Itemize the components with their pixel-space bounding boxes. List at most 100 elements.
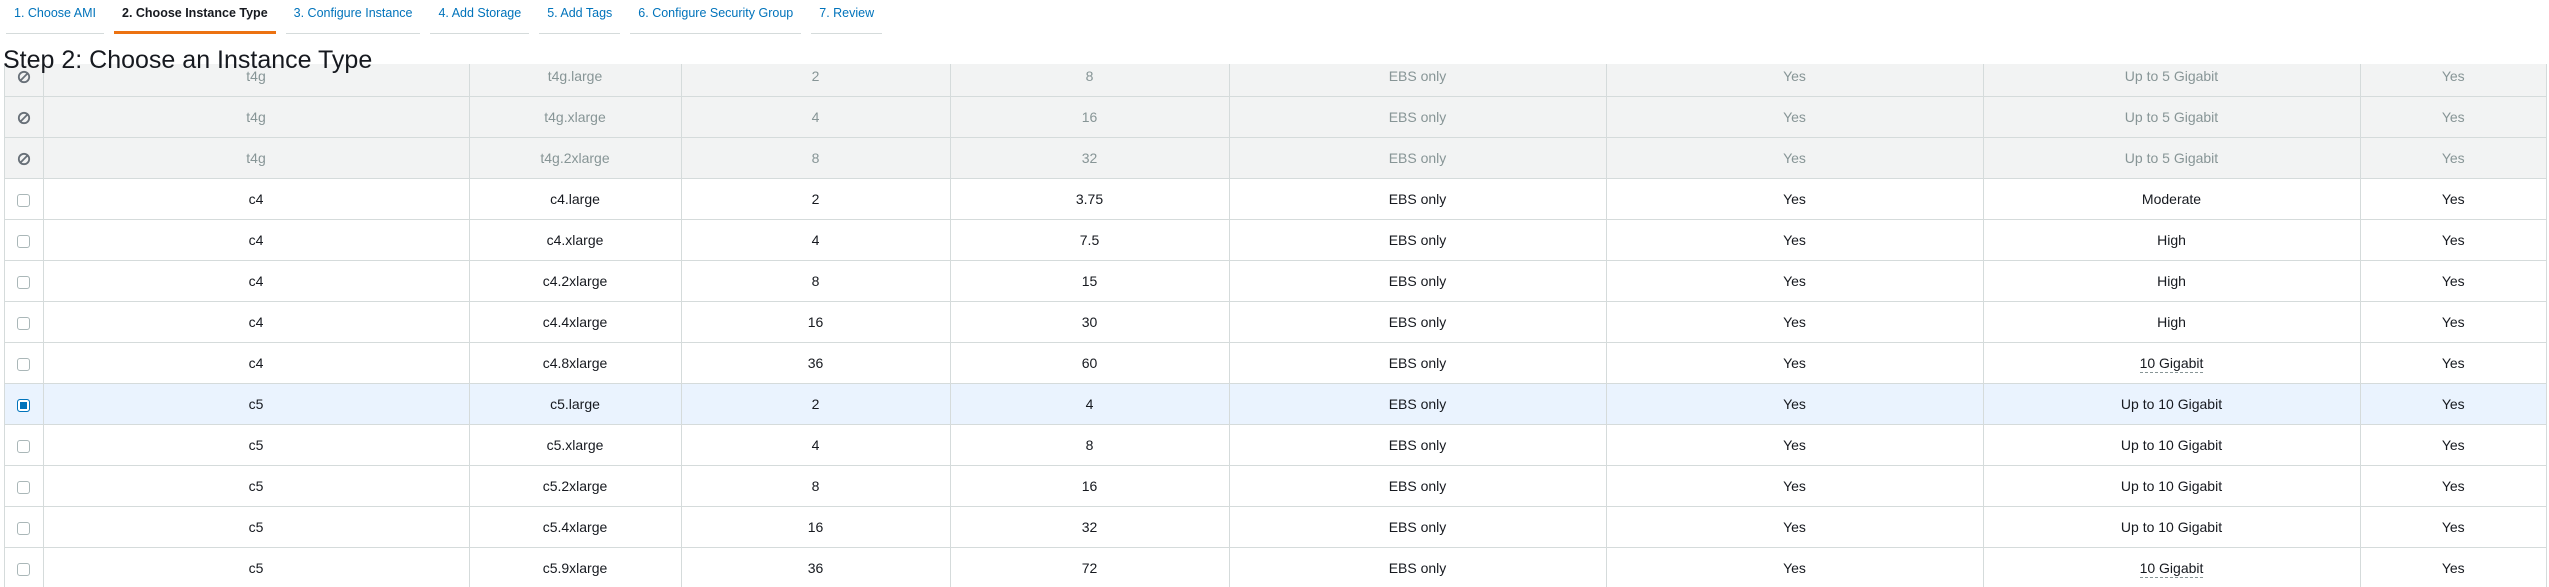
tab-review[interactable]: 7. Review — [811, 0, 883, 34]
memory-cell-text: 72 — [1081, 560, 1098, 576]
type-cell-text: c5.large — [550, 396, 600, 412]
network-performance-cell-text[interactable]: 10 Gigabit — [2139, 355, 2204, 373]
table-row[interactable]: c4 c4.8xlarge 36 60 EBS only Yes 10 Gigabit Yes — [5, 342, 2546, 384]
row-checkbox[interactable] — [17, 398, 31, 412]
storage-cell: EBS only — [1229, 506, 1607, 548]
ipv6-cell-text: Yes — [2441, 396, 2465, 412]
table-row[interactable]: c5 c5.large 2 4 EBS only Yes Up to 10 Gigabit Y… — [5, 383, 2546, 425]
vcpus-cell: 2 — [681, 178, 951, 220]
table-row[interactable]: c4 c4.large 2 3.75 EBS only Yes Moderate Yes — [5, 178, 2546, 220]
memory-cell-text: 3.75 — [1075, 191, 1104, 207]
row-select-cell — [5, 547, 44, 587]
row-select-cell — [5, 301, 44, 343]
memory-cell: 32 — [950, 137, 1230, 179]
memory-cell: 4 — [950, 383, 1230, 425]
vcpus-cell: 4 — [681, 219, 951, 261]
family-cell-text: t4g — [246, 150, 266, 166]
row-select-cell — [5, 465, 44, 507]
storage-cell: EBS only — [1229, 301, 1607, 343]
table-row[interactable]: c4 c4.xlarge 4 7.5 EBS only Yes High Yes — [5, 219, 2546, 261]
table-row[interactable]: c5 c5.9xlarge 36 72 EBS only Yes 10 Gigabit Yes — [5, 547, 2546, 587]
memory-cell-text: 7.5 — [1079, 232, 1100, 248]
table-row[interactable]: c5 c5.xlarge 4 8 EBS only Yes Up to 10 Gigabit… — [5, 424, 2546, 466]
vcpus-cell-text: 8 — [811, 150, 820, 166]
vcpus-cell-text: 4 — [811, 437, 820, 453]
row-select-cell — [5, 342, 44, 384]
ebs-optimized-cell-text: Yes — [1783, 560, 1806, 576]
vcpus-cell-text: 16 — [807, 519, 824, 535]
type-cell: c5.2xlarge — [469, 465, 682, 507]
table-row[interactable]: c4 c4.2xlarge 8 15 EBS only Yes High Yes — [5, 260, 2546, 302]
table-row[interactable]: c5 c5.2xlarge 8 16 EBS only Yes Up to 10 Gigab… — [5, 465, 2546, 507]
row-checkbox[interactable] — [17, 193, 31, 207]
network-performance-cell-text: Up to 5 Gigabit — [2124, 150, 2219, 166]
memory-cell: 16 — [950, 96, 1230, 138]
row-checkbox[interactable] — [17, 316, 31, 330]
vcpus-cell-text: 8 — [811, 273, 820, 289]
tab-configure-instance[interactable]: 3. Configure Instance — [285, 0, 421, 34]
row-checkbox[interactable] — [17, 275, 31, 289]
tab-choose-ami[interactable]: 1. Choose AMI — [6, 0, 104, 34]
vcpus-cell: 16 — [681, 506, 951, 548]
unavailable-icon — [17, 153, 30, 166]
type-cell-text: c4.xlarge — [546, 232, 604, 248]
storage-cell-text: EBS only — [1388, 150, 1447, 166]
network-performance-cell: High — [1983, 219, 2361, 261]
ebs-optimized-cell: Yes — [1606, 424, 1984, 466]
network-performance-cell-text: Up to 5 Gigabit — [2124, 68, 2219, 84]
memory-cell-text: 60 — [1081, 355, 1098, 371]
ebs-optimized-cell-text: Yes — [1783, 396, 1806, 412]
ipv6-cell: Yes — [2360, 301, 2546, 343]
row-checkbox[interactable] — [17, 480, 31, 494]
memory-cell: 30 — [950, 301, 1230, 343]
tab-add-storage[interactable]: 4. Add Storage — [430, 0, 530, 34]
table-row[interactable]: c5 c5.4xlarge 16 32 EBS only Yes Up to 10 Giga… — [5, 506, 2546, 548]
row-select-cell — [5, 219, 44, 261]
vcpus-cell-text: 2 — [811, 396, 820, 412]
ebs-optimized-cell: Yes — [1606, 506, 1984, 548]
type-cell: t4g.2xlarge — [469, 137, 682, 179]
ipv6-cell-text: Yes — [2441, 150, 2465, 166]
network-performance-cell: High — [1983, 260, 2361, 302]
network-performance-cell-text[interactable]: 10 Gigabit — [2139, 560, 2204, 578]
family-cell-text: c5 — [248, 396, 264, 412]
network-performance-cell-text: Up to 10 Gigabit — [2120, 437, 2223, 453]
storage-cell: EBS only — [1229, 424, 1607, 466]
table-row[interactable]: c4 c4.4xlarge 16 30 EBS only Yes High Yes — [5, 301, 2546, 343]
tab-configure-security-group[interactable]: 6. Configure Security Group — [630, 0, 802, 34]
tab-add-tags[interactable]: 5. Add Tags — [539, 0, 621, 34]
memory-cell-text: 16 — [1081, 478, 1098, 494]
row-checkbox[interactable] — [17, 357, 31, 371]
row-checkbox[interactable] — [17, 562, 31, 576]
row-checkbox[interactable] — [17, 234, 31, 248]
ipv6-cell-text: Yes — [2441, 314, 2465, 330]
ipv6-cell: Yes — [2360, 383, 2546, 425]
family-cell-text: t4g — [246, 109, 266, 125]
ipv6-cell-text: Yes — [2441, 560, 2465, 576]
memory-cell-text: 15 — [1081, 273, 1098, 289]
storage-cell: EBS only — [1229, 219, 1607, 261]
vcpus-cell: 8 — [681, 465, 951, 507]
storage-cell: EBS only — [1229, 342, 1607, 384]
family-cell-text: c4 — [248, 232, 264, 248]
vcpus-cell: 8 — [681, 137, 951, 179]
tab-choose-instance-type[interactable]: 2. Choose Instance Type — [114, 0, 276, 34]
page-title: Step 2: Choose an Instance Type — [3, 46, 373, 74]
storage-cell: EBS only — [1229, 64, 1607, 97]
row-checkbox[interactable] — [17, 439, 31, 453]
instance-type-table: t4g t4g.large 2 8 EBS only Yes Up to 5 Gigabit… — [5, 64, 2546, 587]
storage-cell: EBS only — [1229, 137, 1607, 179]
storage-cell-text: EBS only — [1388, 191, 1447, 207]
instance-type-table-container[interactable]: t4g t4g.large 2 8 EBS only Yes Up to 5 Gigabit… — [4, 64, 2547, 587]
ebs-optimized-cell-text: Yes — [1783, 355, 1806, 371]
type-cell-text: c4.8xlarge — [542, 355, 608, 371]
type-cell: c4.2xlarge — [469, 260, 682, 302]
ebs-optimized-cell-text: Yes — [1783, 478, 1806, 494]
ipv6-cell: Yes — [2360, 178, 2546, 220]
memory-cell: 60 — [950, 342, 1230, 384]
vcpus-cell-text: 2 — [811, 191, 820, 207]
row-checkbox[interactable] — [17, 521, 31, 535]
ebs-optimized-cell: Yes — [1606, 547, 1984, 587]
ipv6-cell: Yes — [2360, 137, 2546, 179]
family-cell: c4 — [43, 301, 470, 343]
